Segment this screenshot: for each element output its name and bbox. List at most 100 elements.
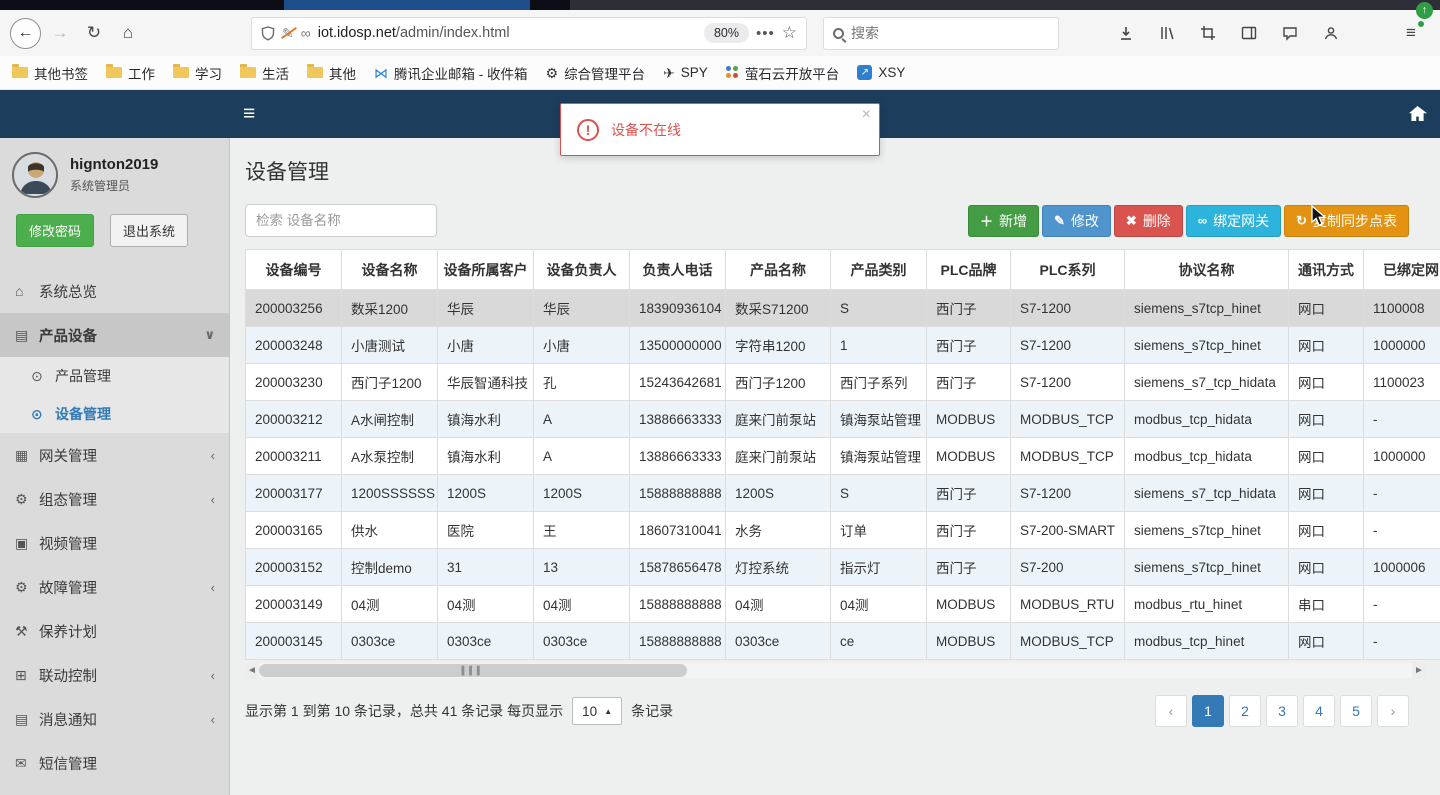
messages-button[interactable] [1275, 18, 1305, 48]
table-row[interactable]: 200003211 A水泵控制 镇海水利 A 13886663333 庭来门前泵站 镇海泵站… [245, 437, 1440, 475]
reader-icon[interactable]: ∞ [301, 25, 311, 41]
sidebar-item[interactable]: ⚒ 保养计划 [0, 609, 229, 653]
bookmark-star-icon[interactable]: ☆ [782, 23, 797, 43]
scrollbar-thumb[interactable]: ▌▌▌ [259, 664, 687, 677]
bookmark-item[interactable]: 其他 [307, 63, 356, 83]
table-cell: A水泵控制 [341, 437, 438, 475]
account-button[interactable] [1316, 18, 1346, 48]
forward-button[interactable]: → [45, 18, 75, 48]
page-button[interactable]: 3 [1266, 695, 1298, 727]
column-header[interactable]: 产品名称 [725, 249, 831, 290]
bookmark-item[interactable]: 萤石云开放平台 [725, 63, 839, 83]
zoom-level-badge[interactable]: 80% [703, 23, 749, 43]
column-header[interactable]: 产品类别 [830, 249, 927, 290]
sidebar-item[interactable]: ▦ 网关管理 ‹ [0, 433, 229, 477]
avatar[interactable] [12, 152, 58, 198]
bookmark-item[interactable]: ⚙ 综合管理平台 [546, 63, 646, 83]
delete-button[interactable]: ✖ 删除 [1113, 204, 1183, 237]
shield-icon[interactable] [261, 25, 275, 41]
close-icon[interactable]: × [862, 106, 871, 124]
bind-gateway-button[interactable]: ∞ 绑定网关 [1185, 204, 1282, 237]
column-header[interactable]: 设备编号 [245, 249, 342, 290]
device-search-input[interactable] [245, 204, 437, 237]
column-header[interactable]: 设备所属客户 [437, 249, 534, 290]
scrollbar-track[interactable]: ▌▌▌ [259, 663, 1412, 678]
column-header[interactable]: 负责人电话 [629, 249, 726, 290]
url-text[interactable]: iot.idosp.net/admin/index.html [318, 25, 697, 41]
table-cell: siemens_s7_tcp_hidata [1124, 363, 1289, 401]
page-size-select[interactable]: 10 ▲ [572, 697, 623, 725]
column-header[interactable]: 已绑定网 [1363, 249, 1440, 290]
update-badge-icon[interactable]: ↑ [1416, 2, 1433, 19]
browser-search-input[interactable] [851, 25, 1049, 41]
sidebars-button[interactable] [1234, 18, 1264, 48]
logout-button[interactable]: 退出系统 [110, 214, 189, 247]
column-header[interactable]: PLC系列 [1010, 249, 1125, 290]
sidebar-item[interactable]: ⚙ 组态管理 ‹ [0, 477, 229, 521]
sidebar-collapse-button[interactable]: ≡ [243, 100, 255, 128]
sidebar-item[interactable]: ⊞ 联动控制 ‹ [0, 653, 229, 697]
table-row[interactable]: 200003165 供水 医院王 18607310041 水务 订单 西门子 S7-200-S… [245, 511, 1440, 549]
scroll-left-arrow-icon[interactable]: ◄ [245, 663, 259, 678]
bookmark-item[interactable]: 工作 [106, 63, 155, 83]
url-bar[interactable]: ✎ ∞ iot.idosp.net/admin/index.html 80% •… [251, 16, 807, 50]
permission-blocked-icon[interactable]: ✎ [282, 25, 294, 42]
next-page-button[interactable]: › [1377, 695, 1409, 727]
chevron-left-icon: ‹ [210, 667, 215, 683]
page-button[interactable]: 2 [1229, 695, 1261, 727]
sidebar-item[interactable]: ▤ 消息通知 ‹ [0, 697, 229, 741]
table-cell: ce [830, 622, 927, 660]
downloads-button[interactable] [1111, 18, 1141, 48]
screenshot-button[interactable] [1193, 18, 1223, 48]
column-header[interactable]: 设备名称 [341, 249, 438, 290]
table-row[interactable]: 200003177 1200SSSSSS 1200S 1200S 15888888888… [245, 474, 1440, 512]
column-header[interactable]: 协议名称 [1124, 249, 1289, 290]
home-button[interactable]: ⌂ [113, 18, 143, 48]
page-button[interactable]: 1 [1192, 695, 1224, 727]
table-row[interactable]: 200003145 0303ce 0303ce 0303ce 15888888888 03… [245, 622, 1440, 660]
column-header[interactable]: 通讯方式 [1288, 249, 1364, 290]
change-password-button[interactable]: 修改密码 [16, 214, 95, 247]
horizontal-scrollbar[interactable]: ◄ ▌▌▌ ► [245, 663, 1426, 678]
scroll-right-arrow-icon[interactable]: ► [1412, 663, 1426, 678]
bookmark-item[interactable]: 生活 [240, 63, 289, 83]
page-actions-icon[interactable]: ••• [756, 25, 775, 42]
sidebar-item[interactable]: ⌂ 系统总览 [0, 269, 229, 313]
table-cell: 字符串1200 [725, 326, 831, 364]
table-row[interactable]: 200003152 控制demo 31 13 15878656478 灯控系统 指示灯 西门子… [245, 548, 1440, 586]
table-cell: 指示灯 [830, 548, 927, 586]
prev-page-button[interactable]: ‹ [1155, 695, 1187, 727]
reload-button[interactable]: ↻ [79, 18, 109, 48]
table-row[interactable]: 200003248 小唐测试 小唐 小唐 13500000000 字符串1200 1 西门子 S… [245, 326, 1440, 364]
table-row[interactable]: 200003256 数采1200 华辰 华辰 18390936104 数采S71200 S 西… [245, 289, 1440, 327]
sidebar-item[interactable]: ⊙ 产品管理 [0, 357, 229, 395]
sidebar-item[interactable]: ⊙ 设备管理 [0, 395, 229, 433]
sidebar-item[interactable]: ⚙ 故障管理 ‹ [0, 565, 229, 609]
sidebar-item[interactable]: ✉ 短信管理 [0, 741, 229, 785]
bookmark-item[interactable]: 其他书签 [12, 63, 88, 83]
table-row[interactable]: 200003212 A水闸控制 镇海水利 A 13886663333 庭来门前泵站 镇海泵站… [245, 400, 1440, 438]
add-button[interactable]: ＋ 新增 [967, 204, 1039, 237]
page-button[interactable]: 4 [1303, 695, 1335, 727]
edit-button[interactable]: ✎ 修改 [1042, 204, 1111, 237]
bookmark-item[interactable]: 学习 [173, 63, 222, 83]
table-row[interactable]: 200003149 04测 04测 04测 15888888888 04测 04测 MODBU… [245, 585, 1440, 623]
table-row[interactable]: 200003230 西门子1200 华辰智通科技孔 15243642681 西门子120… [245, 363, 1440, 401]
library-button[interactable] [1152, 18, 1182, 48]
bookmark-item[interactable]: ↗ XSY [857, 65, 905, 80]
copy-sync-table-button[interactable]: ↻ 复制同步点表 [1284, 204, 1409, 237]
column-header[interactable]: 设备负责人 [533, 249, 630, 290]
back-button[interactable]: ← [10, 17, 41, 49]
browser-tab[interactable] [284, 0, 530, 10]
bookmark-item[interactable]: ✈ SPY [663, 65, 708, 80]
sidebar-item[interactable]: ▤ 产品设备 ∨ [0, 313, 229, 357]
table-cell: 13500000000 [629, 326, 726, 364]
sidebar-item[interactable]: ▣ 视频管理 [0, 521, 229, 565]
app-home-button[interactable] [1408, 105, 1427, 125]
bookmark-item[interactable]: ⋈ 腾讯企业邮箱 - 收件箱 [374, 63, 528, 83]
column-header[interactable]: PLC品牌 [926, 249, 1011, 290]
page-button[interactable]: 5 [1340, 695, 1372, 727]
browser-menu-button[interactable]: ≡ [1396, 18, 1426, 48]
browser-search-bar[interactable] [823, 16, 1059, 50]
device-table-container: 设备编号 设备名称 设备所属客户 设备负责人 负责人电话 产品名称 产品类别 PLC品牌 PLC… [245, 249, 1440, 660]
